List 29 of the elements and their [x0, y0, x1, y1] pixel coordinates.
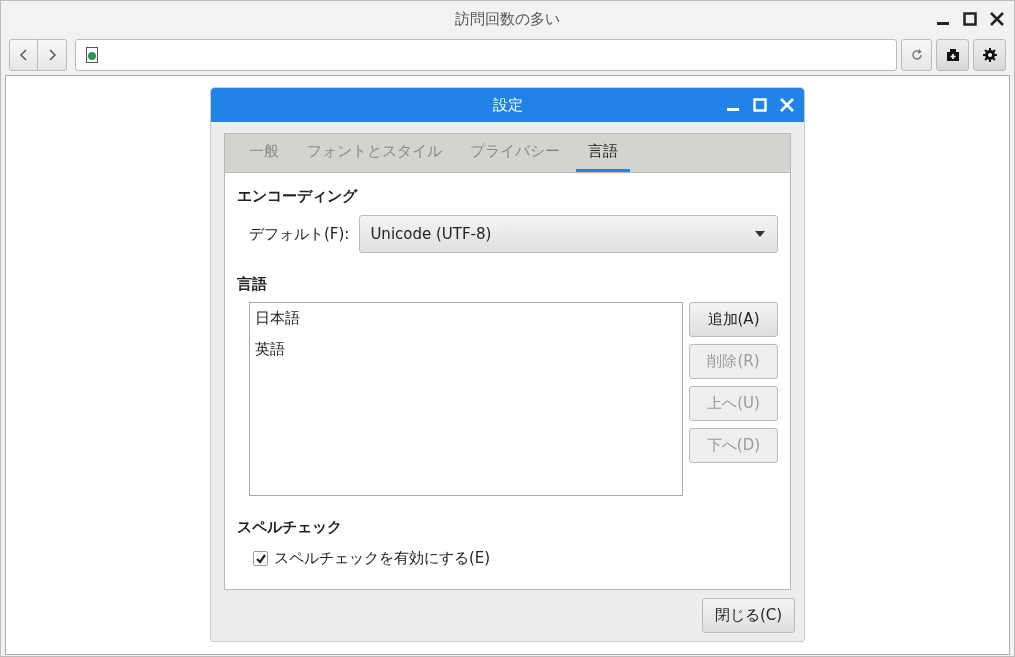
checkbox[interactable]: [253, 551, 268, 566]
back-button[interactable]: [9, 39, 38, 71]
close-icon[interactable]: [990, 12, 1004, 26]
section-heading: 言語: [237, 275, 268, 294]
close-button[interactable]: 閉じる(C): [702, 598, 795, 633]
forward-button[interactable]: [38, 39, 67, 71]
list-item[interactable]: 英語: [255, 340, 677, 371]
section-heading: スペルチェック: [237, 518, 343, 537]
new-tab-button[interactable]: [936, 39, 969, 71]
maximize-icon[interactable]: [963, 12, 977, 26]
field-label: デフォルト(F):: [249, 224, 350, 244]
forward-icon: [47, 48, 57, 62]
tab[interactable]: 言語: [576, 134, 630, 172]
list-action-button[interactable]: 追加(A): [689, 302, 778, 337]
checkbox-label[interactable]: スペルチェックを有効にする(E): [274, 549, 491, 568]
reload-icon: [909, 48, 924, 62]
new-tab-icon: [944, 48, 961, 62]
page-icon: [86, 47, 98, 63]
dialog-title: 設定: [492, 95, 523, 115]
address-field[interactable]: [75, 39, 897, 71]
settings-icon: [981, 47, 998, 63]
dropdown-caret-icon: [755, 231, 765, 237]
back-icon: [18, 48, 29, 62]
window-title: 訪問回数の多い: [455, 9, 560, 29]
section-heading: エンコーディング: [237, 187, 359, 206]
list-item[interactable]: 日本語: [255, 309, 677, 340]
encoding-dropdown[interactable]: Unicode (UTF-8): [359, 215, 778, 253]
checkmark-icon: [254, 552, 267, 565]
settings-button[interactable]: [973, 39, 1006, 71]
